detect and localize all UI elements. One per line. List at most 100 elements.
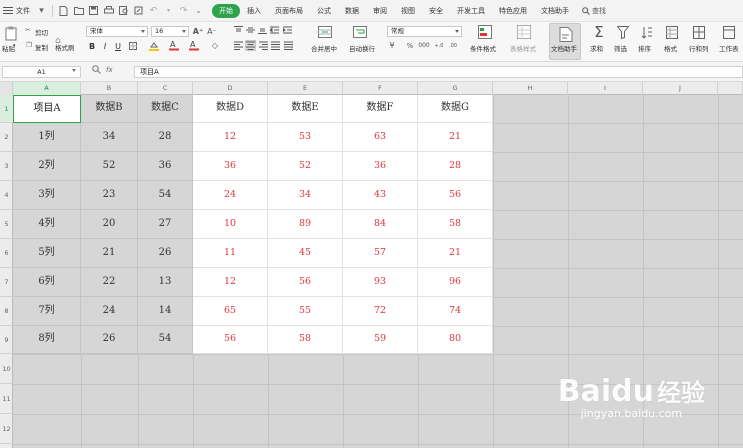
table-cell[interactable]: 5列 <box>13 239 81 268</box>
wrap-text-button[interactable]: 自动换行 <box>349 43 375 53</box>
zoom-icon[interactable] <box>92 65 101 76</box>
chevron-down-icon[interactable]: ▾ <box>36 5 47 16</box>
tab-review[interactable]: 审阅 <box>366 0 394 22</box>
table-cell[interactable]: 8列 <box>13 326 81 354</box>
table-cell[interactable]: 93 <box>343 268 418 297</box>
column-header[interactable]: B <box>81 82 138 95</box>
clear-format-icon[interactable]: ◇ <box>209 39 221 51</box>
percent-icon[interactable]: % <box>405 40 415 51</box>
undo-dropdown-icon[interactable]: ▾ <box>163 5 174 16</box>
table-cell[interactable]: 54 <box>138 181 193 210</box>
table-cell[interactable]: 59 <box>343 326 418 354</box>
row-header[interactable]: 2 <box>0 123 13 152</box>
export-icon[interactable] <box>133 5 144 16</box>
row-header[interactable]: 11 <box>0 384 13 414</box>
row-header[interactable]: 12 <box>0 414 13 444</box>
sum-button[interactable]: 求和 <box>590 43 603 53</box>
filter-button[interactable]: 筛选 <box>614 43 627 53</box>
table-cell[interactable]: 13 <box>138 268 193 297</box>
row-header[interactable]: 5 <box>0 210 13 239</box>
table-cell[interactable]: 65 <box>193 297 268 326</box>
table-cell[interactable]: 52 <box>268 152 343 181</box>
table-cell[interactable]: 12 <box>193 268 268 297</box>
header-cell[interactable]: 项目A <box>13 95 81 123</box>
table-cell[interactable]: 21 <box>81 239 138 268</box>
number-format-select[interactable]: 常规 <box>387 26 462 37</box>
table-cell[interactable]: 28 <box>138 123 193 152</box>
rows-cols-button[interactable]: 行和列 <box>689 43 709 53</box>
table-cell[interactable]: 56 <box>193 326 268 354</box>
table-cell[interactable]: 72 <box>343 297 418 326</box>
tab-insert[interactable]: 插入 <box>240 0 268 22</box>
customize-icon[interactable]: ⌄ <box>193 5 204 16</box>
open-folder-icon[interactable] <box>73 5 84 16</box>
table-cell[interactable]: 63 <box>343 123 418 152</box>
tab-developer[interactable]: 开发工具 <box>450 0 492 22</box>
header-cell[interactable]: 数据D <box>193 95 268 123</box>
increase-decimal-icon[interactable]: +.0 <box>433 40 445 51</box>
table-cell[interactable]: 26 <box>81 326 138 354</box>
tab-doc-assistant[interactable]: 文档助手 <box>534 0 576 22</box>
tab-security[interactable]: 安全 <box>422 0 450 22</box>
table-cell[interactable]: 56 <box>418 181 493 210</box>
table-cell[interactable]: 58 <box>418 210 493 239</box>
name-box-dropdown-icon[interactable] <box>72 69 76 72</box>
row-header[interactable]: 4 <box>0 181 13 210</box>
table-cell[interactable]: 36 <box>343 152 418 181</box>
column-header[interactable]: I <box>568 82 643 95</box>
sort-button[interactable]: 排序 <box>638 43 651 53</box>
table-cell[interactable]: 36 <box>138 152 193 181</box>
table-cell[interactable]: 27 <box>138 210 193 239</box>
table-cell[interactable]: 56 <box>268 268 343 297</box>
indent-decrease-icon[interactable] <box>269 25 279 35</box>
table-cell[interactable]: 3列 <box>13 181 81 210</box>
align-center-icon[interactable] <box>245 40 256 51</box>
format-painter-button[interactable]: 格式刷 <box>55 42 75 52</box>
tab-features[interactable]: 特色应用 <box>492 0 534 22</box>
column-header[interactable]: F <box>343 82 418 95</box>
merge-center-button[interactable]: 合并居中 <box>311 43 337 53</box>
header-cell[interactable]: 数据F <box>343 95 418 123</box>
table-cell[interactable]: 1列 <box>13 123 81 152</box>
save-icon[interactable] <box>88 5 99 16</box>
underline-icon[interactable]: U <box>114 40 122 52</box>
row-header[interactable]: 8 <box>0 297 13 326</box>
worksheet-button[interactable]: 工作表 <box>719 43 739 53</box>
column-header[interactable]: A <box>13 82 81 95</box>
column-header[interactable]: G <box>418 82 493 95</box>
table-cell[interactable]: 4列 <box>13 210 81 239</box>
increase-font-icon[interactable]: A⁺ <box>193 25 203 37</box>
table-cell[interactable]: 21 <box>418 239 493 268</box>
file-menu[interactable]: 文件 <box>16 6 30 16</box>
table-cell[interactable]: 11 <box>193 239 268 268</box>
column-header[interactable]: E <box>268 82 343 95</box>
format-button[interactable]: 格式 <box>664 43 677 53</box>
table-cell[interactable]: 2列 <box>13 152 81 181</box>
table-cell[interactable]: 52 <box>81 152 138 181</box>
font-color-icon[interactable]: A <box>168 39 180 51</box>
font-color-icon[interactable]: A <box>188 39 200 51</box>
table-cell[interactable]: 28 <box>418 152 493 181</box>
select-all-corner[interactable] <box>0 82 13 95</box>
undo-icon[interactable]: ↶ <box>148 5 159 16</box>
borders-icon[interactable] <box>128 40 138 52</box>
align-top-icon[interactable] <box>233 25 243 35</box>
tab-formulas[interactable]: 公式 <box>310 0 338 22</box>
currency-icon[interactable]: ¥ <box>387 40 397 51</box>
print-preview-icon[interactable] <box>118 5 129 16</box>
italic-icon[interactable]: I <box>101 40 109 52</box>
table-cell[interactable]: 7列 <box>13 297 81 326</box>
tab-view[interactable]: 视图 <box>394 0 422 22</box>
print-icon[interactable] <box>103 5 114 16</box>
redo-icon[interactable]: ↷ <box>178 5 189 16</box>
table-cell[interactable]: 45 <box>268 239 343 268</box>
column-header[interactable]: H <box>493 82 568 95</box>
table-cell[interactable]: 34 <box>268 181 343 210</box>
bold-icon[interactable]: B <box>88 40 96 52</box>
column-header[interactable]: D <box>193 82 268 95</box>
row-header[interactable]: 7 <box>0 268 13 297</box>
align-bottom-icon[interactable] <box>257 25 267 35</box>
table-style-button[interactable]: 表格样式 <box>510 43 536 53</box>
paste-icon[interactable] <box>4 25 20 41</box>
table-cell[interactable]: 23 <box>81 181 138 210</box>
